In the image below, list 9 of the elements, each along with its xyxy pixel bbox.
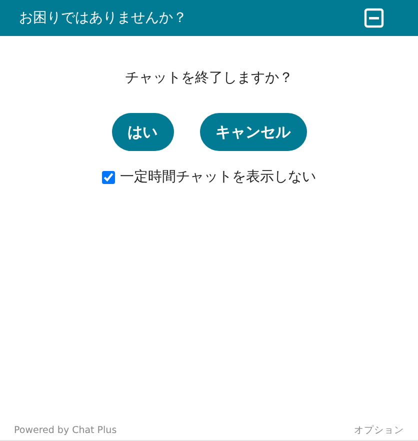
header-title: お困りではありませんか？ [19,8,187,28]
minimize-icon[interactable] [364,8,384,28]
powered-by-text: Powered by Chat Plus [14,424,117,438]
cancel-button[interactable]: キャンセル [200,113,306,151]
question-text: チャットを終了しますか？ [125,69,293,88]
options-link[interactable]: オプション [354,424,404,438]
checkbox[interactable] [102,171,115,184]
yes-button[interactable]: はい [112,113,174,151]
checkbox-label: 一定時間チャットを表示しない [120,168,316,187]
